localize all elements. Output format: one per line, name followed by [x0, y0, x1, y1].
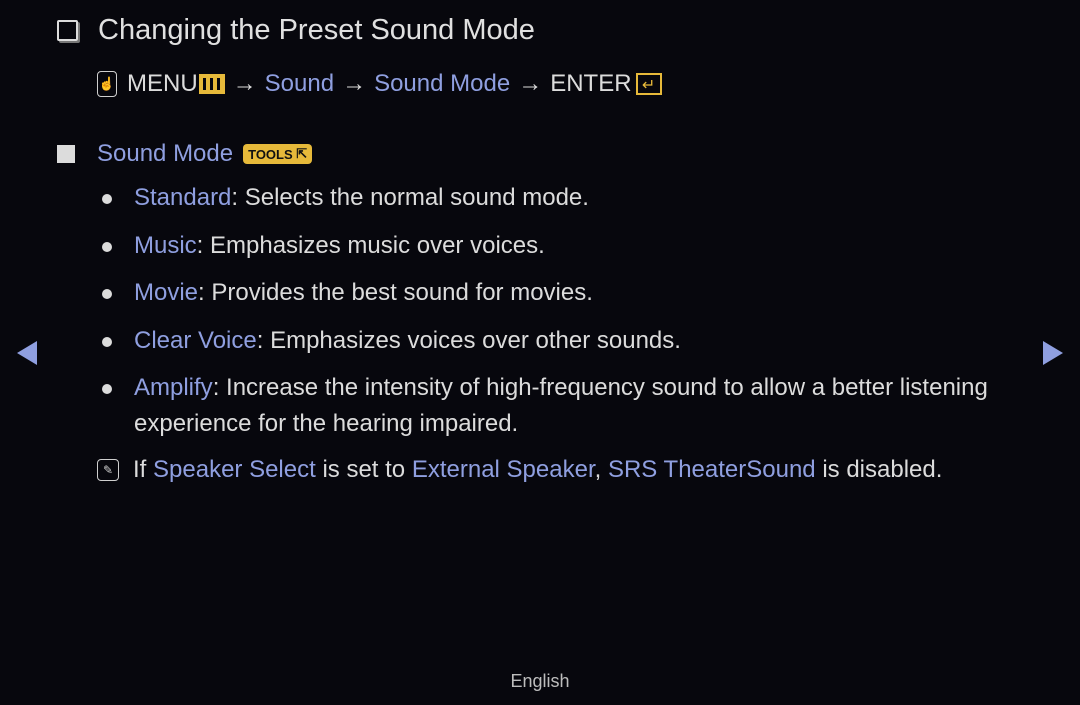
- item-desc: : Emphasizes voices over other sounds.: [256, 326, 681, 354]
- page-title: Changing the Preset Sound Mode: [98, 14, 535, 46]
- sound-mode-list: Standard: Selects the normal sound mode.…: [100, 180, 1000, 454]
- bullet-icon: [102, 384, 112, 394]
- previous-page-arrow-icon[interactable]: [17, 341, 37, 365]
- enter-label: ENTER: [550, 70, 632, 97]
- list-item: Amplify: Increase the intensity of high-…: [100, 370, 1000, 442]
- language-label: English: [510, 671, 570, 691]
- arrow: →: [232, 70, 257, 97]
- list-item: Music: Emphasizes music over voices.: [100, 228, 1000, 264]
- item-term[interactable]: Clear Voice: [134, 327, 257, 354]
- tools-icon: ⇱: [296, 146, 308, 161]
- menu-label: MENU: [127, 70, 198, 97]
- item-desc: : Increase the intensity of high-frequen…: [134, 374, 988, 437]
- note-text: is disabled.: [815, 456, 943, 483]
- hand-icon: ☝: [97, 71, 117, 97]
- list-item: Standard: Selects the normal sound mode.: [100, 180, 1000, 216]
- note-text: is set to: [315, 456, 412, 483]
- list-item: Movie: Provides the best sound for movie…: [100, 275, 1000, 311]
- menu-path: ☝ MENU → Sound → Sound Mode → ENTER ↵: [97, 70, 662, 98]
- bullet-icon: [102, 336, 112, 347]
- item-desc: : Selects the normal sound mode.: [231, 184, 589, 211]
- bullet-icon: [102, 241, 112, 252]
- menu-icon: [198, 74, 225, 94]
- square-bullet-icon: [57, 145, 75, 163]
- item-term[interactable]: Standard: [134, 184, 231, 211]
- section-header: Sound Mode TOOLS ⇱: [57, 140, 313, 168]
- arrow: →: [342, 70, 367, 97]
- path-sound[interactable]: Sound: [265, 70, 334, 98]
- note-icon: ✎: [97, 459, 119, 481]
- checkbox-icon: [57, 20, 78, 41]
- note-text: ,: [594, 456, 608, 483]
- note-keyword-external-speaker[interactable]: External Speaker: [412, 456, 595, 483]
- section-label[interactable]: Sound Mode: [97, 140, 233, 168]
- item-term[interactable]: Music: [134, 232, 197, 259]
- title-row: Changing the Preset Sound Mode: [57, 14, 535, 47]
- next-page-arrow-icon[interactable]: [1043, 341, 1063, 365]
- list-item: Clear Voice: Emphasizes voices over othe…: [100, 323, 1000, 359]
- item-desc: : Provides the best sound for movies.: [198, 279, 593, 306]
- note-text: If: [133, 456, 154, 483]
- path-sound-mode[interactable]: Sound Mode: [374, 70, 510, 98]
- arrow: →: [518, 70, 543, 97]
- note-keyword-srs-theatersound[interactable]: SRS TheaterSound: [608, 456, 816, 483]
- note: ✎ If Speaker Select is set to External S…: [97, 456, 942, 484]
- enter-icon: ↵: [635, 73, 662, 95]
- item-term[interactable]: Movie: [134, 279, 198, 306]
- item-term[interactable]: Amplify: [134, 374, 213, 401]
- tools-badge-label: TOOLS: [248, 146, 293, 162]
- note-keyword-speaker-select[interactable]: Speaker Select: [153, 456, 316, 483]
- bullet-icon: [102, 289, 112, 299]
- tools-badge: TOOLS ⇱: [243, 144, 313, 164]
- item-desc: : Emphasizes music over voices.: [196, 231, 545, 259]
- bullet-icon: [102, 194, 112, 204]
